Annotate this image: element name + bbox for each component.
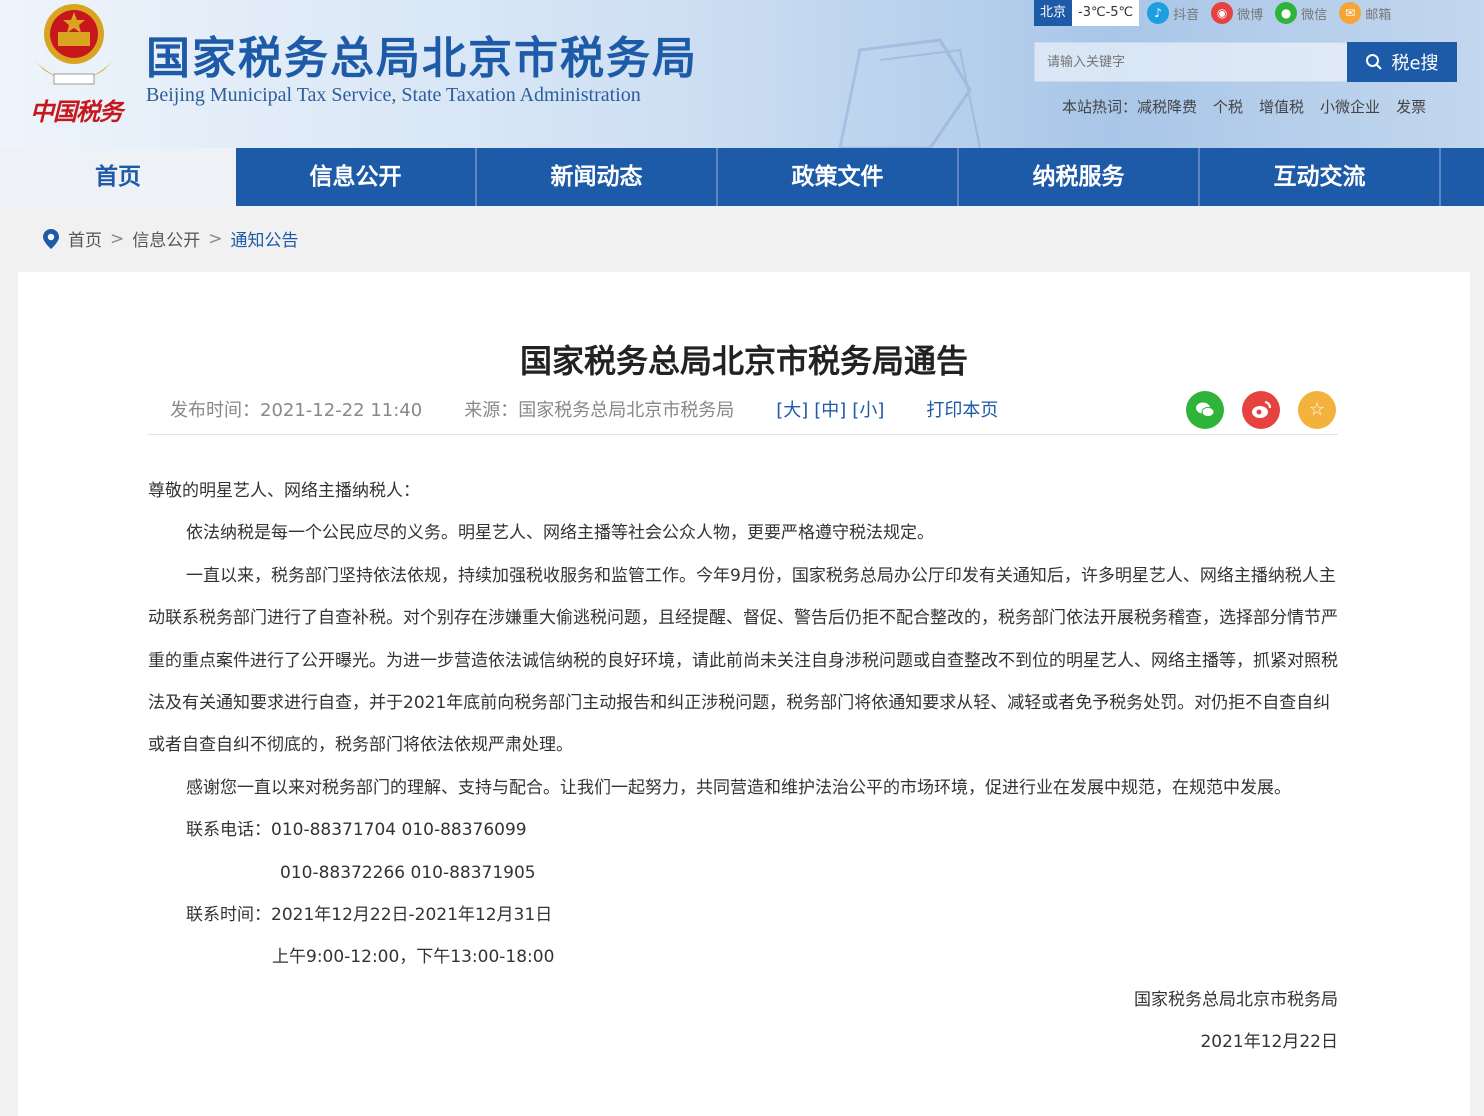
social-label: 邮箱: [1365, 7, 1392, 23]
main-nav: 首页 信息公开 新闻动态 政策文件 纳税服务 互动交流: [0, 148, 1484, 206]
font-size-medium[interactable]: [中]: [814, 396, 846, 422]
breadcrumb-current[interactable]: 通知公告: [231, 226, 299, 251]
contact-phone-2: 010-88372266 010-88371905: [280, 862, 536, 883]
share-buttons: ☆: [1186, 391, 1336, 429]
site-subtitle: Beijing Municipal Tax Service, State Tax…: [146, 84, 641, 106]
paragraph: 一直以来，税务部门坚持依法依规，持续加强税收服务和监管工作。今年9月份，国家税务…: [148, 565, 1338, 756]
social-mail-link[interactable]: ✉ 邮箱: [1339, 2, 1391, 24]
social-label: 抖音: [1173, 7, 1200, 23]
wechat-icon: ●: [1275, 2, 1298, 24]
social-weibo-link[interactable]: ◉ 微博: [1211, 2, 1263, 24]
nav-info-disclosure[interactable]: 信息公开: [236, 148, 477, 206]
breadcrumb-separator: >: [208, 228, 223, 249]
print-link[interactable]: 打印本页: [926, 396, 998, 422]
weibo-share-icon[interactable]: [1242, 391, 1280, 429]
douyin-icon: ♪: [1147, 2, 1170, 24]
location-pin-icon: [43, 228, 59, 249]
weather-city: 北京: [1034, 0, 1073, 26]
greeting: 尊敬的明星艺人、网络主播纳税人：: [148, 481, 420, 501]
article-body: 尊敬的明星艺人、网络主播纳税人： 依法纳税是每一个公民应尽的义务。明星艺人、网络…: [148, 470, 1338, 1064]
site-header: 中国税务 国家税务总局北京市税务局 Beijing Municipal Tax …: [0, 0, 1484, 148]
social-label: 微信: [1301, 7, 1328, 23]
nav-tax-service[interactable]: 纳税服务: [959, 148, 1200, 206]
hot-words: 本站热词：减税降费 个税 增值税 小微企业 发票: [1062, 96, 1426, 117]
hot-word[interactable]: 本站热词：减税降费: [1062, 96, 1197, 117]
paragraph: 依法纳税是每一个公民应尽的义务。明星艺人、网络主播等社会公众人物，更要严格遵守税…: [186, 523, 934, 544]
search-icon: [1366, 54, 1383, 70]
hot-word[interactable]: 增值税: [1259, 96, 1304, 117]
breadcrumb-home[interactable]: 首页: [68, 226, 102, 251]
article-title: 国家税务总局北京市税务局通告: [519, 342, 968, 380]
search-button-label: 税e搜: [1391, 53, 1439, 74]
weibo-icon: ◉: [1211, 2, 1234, 24]
building-decoration: [838, 38, 981, 148]
font-size-controls: [大] [中] [小]: [776, 396, 884, 422]
publish-time: 发布时间：2021-12-22 11:40: [170, 400, 423, 421]
search-input[interactable]: [1035, 43, 1335, 81]
font-size-small[interactable]: [小]: [852, 396, 884, 422]
social-wechat-link[interactable]: ● 微信: [1275, 2, 1327, 24]
favorite-star-icon[interactable]: ☆: [1298, 391, 1336, 429]
article-meta: 发布时间：2021-12-22 11:40 来源：国家税务总局北京市税务局 [大…: [170, 396, 998, 422]
search-button[interactable]: 税e搜: [1347, 42, 1457, 82]
nav-home[interactable]: 首页: [0, 148, 236, 206]
article-source: 来源：国家税务总局北京市税务局: [464, 400, 735, 421]
wechat-share-icon[interactable]: [1186, 391, 1224, 429]
nav-news[interactable]: 新闻动态: [477, 148, 718, 206]
font-size-large[interactable]: [大]: [776, 396, 808, 422]
nav-policy[interactable]: 政策文件: [718, 148, 959, 206]
divider: [148, 434, 1338, 435]
breadcrumb-info[interactable]: 信息公开: [132, 226, 200, 251]
weather-temperature: -3℃-5℃: [1072, 0, 1140, 26]
nav-interaction[interactable]: 互动交流: [1200, 148, 1441, 206]
hot-word[interactable]: 发票: [1396, 96, 1426, 117]
signature-date: 2021年12月22日: [1200, 1032, 1338, 1053]
article-card: 国家税务总局北京市税务局通告 发布时间：2021-12-22 11:40 来源：…: [18, 272, 1470, 1116]
top-bar: 北京 -3℃-5℃ ♪ 抖音 ◉ 微博 ● 微信 ✉ 邮箱: [1034, 0, 1403, 26]
national-emblem-icon: [34, 4, 114, 85]
social-label: 微博: [1237, 7, 1264, 23]
paragraph: 感谢您一直以来对税务部门的理解、支持与配合。让我们一起努力，共同营造和维护法治公…: [186, 777, 1291, 798]
contact-phone: 联系电话：010-88371704 010-88376099: [186, 820, 527, 841]
contact-time-2: 上午9:00-12:00，下午13:00-18:00: [272, 947, 555, 968]
contact-time: 联系时间：2021年12月22日-2021年12月31日: [186, 905, 553, 926]
site-title: 国家税务总局北京市税务局: [146, 33, 698, 84]
signature: 国家税务总局北京市税务局: [1134, 989, 1338, 1010]
breadcrumb-separator: >: [110, 228, 125, 249]
hot-word[interactable]: 个税: [1213, 96, 1243, 117]
emblem-caption: 中国税务: [30, 97, 123, 126]
breadcrumb: 首页 > 信息公开 > 通知公告: [42, 226, 299, 251]
search-box: 税e搜: [1034, 42, 1458, 82]
mail-icon: ✉: [1339, 2, 1362, 24]
hot-word[interactable]: 小微企业: [1320, 96, 1380, 117]
social-douyin-link[interactable]: ♪ 抖音: [1147, 2, 1199, 24]
